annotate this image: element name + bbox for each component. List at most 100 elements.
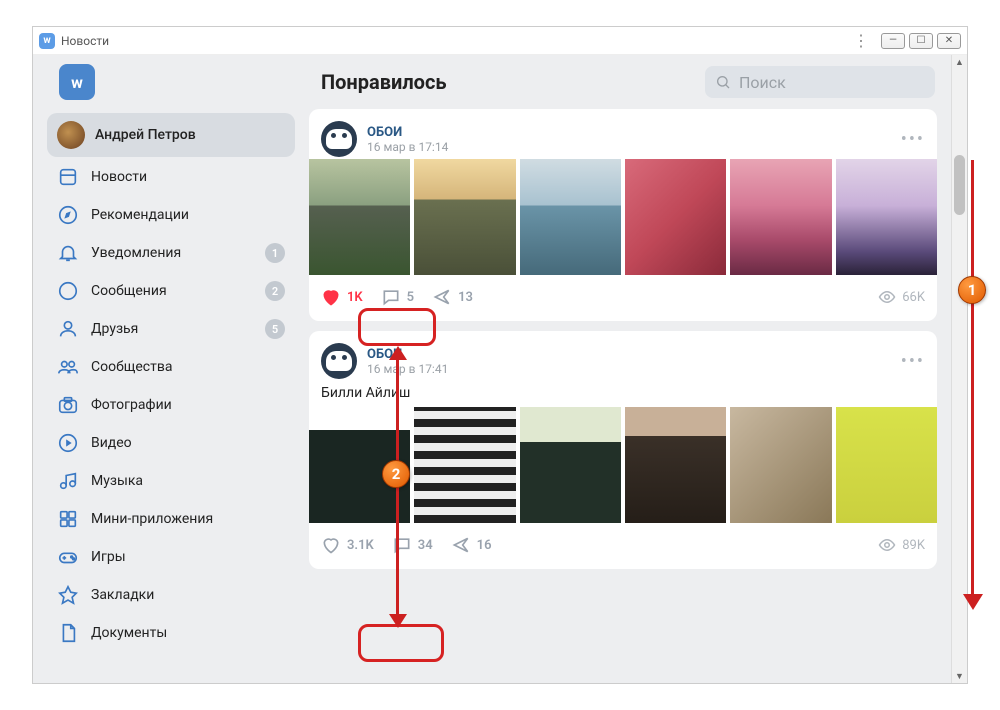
comment-count: 34 bbox=[418, 538, 433, 553]
photo-thumb[interactable] bbox=[836, 407, 937, 523]
star-icon bbox=[57, 584, 79, 606]
app-window: w Новости ⋮ — ☐ ✕ w Понравилось Поиск bbox=[32, 26, 968, 684]
photo-thumb[interactable] bbox=[625, 159, 726, 275]
post-author[interactable]: ОБОИ bbox=[367, 347, 448, 362]
sidebar-item-recommend[interactable]: Рекомендации bbox=[47, 197, 295, 233]
photo-thumb[interactable] bbox=[309, 159, 410, 275]
titlebar: w Новости ⋮ — ☐ ✕ bbox=[33, 27, 967, 55]
sidebar-item-label: Игры bbox=[91, 549, 126, 565]
sidebar-item-bookmarks[interactable]: Закладки bbox=[47, 577, 295, 613]
search-icon bbox=[715, 74, 731, 90]
like-button[interactable]: 1K bbox=[321, 287, 363, 307]
comment-count: 5 bbox=[407, 290, 414, 305]
scrollbar[interactable]: ▲ ▼ bbox=[951, 55, 967, 683]
eye-icon bbox=[878, 536, 896, 554]
news-icon bbox=[57, 166, 79, 188]
post: ОБОИ 16 мар в 17:14 ••• bbox=[309, 109, 937, 321]
maximize-button[interactable]: ☐ bbox=[909, 33, 933, 49]
sidebar-item-friends[interactable]: Друзья 5 bbox=[47, 311, 295, 347]
comment-icon bbox=[392, 535, 412, 555]
play-icon bbox=[57, 432, 79, 454]
sidebar-item-label: Уведомления bbox=[91, 245, 181, 261]
post-date: 16 мар в 17:41 bbox=[367, 362, 448, 376]
close-button[interactable]: ✕ bbox=[937, 33, 961, 49]
sidebar-item-games[interactable]: Игры bbox=[47, 539, 295, 575]
share-icon bbox=[432, 287, 452, 307]
comment-button[interactable]: 5 bbox=[381, 287, 414, 307]
page-title: Понравилось bbox=[321, 70, 447, 94]
photo-thumb[interactable] bbox=[625, 407, 726, 523]
photo-thumb[interactable] bbox=[414, 159, 515, 275]
like-count: 3.1K bbox=[347, 538, 374, 553]
photo-thumb[interactable] bbox=[520, 159, 621, 275]
people-icon bbox=[57, 356, 79, 378]
annotation-marker: 2 bbox=[382, 460, 410, 488]
sidebar-item-label: Закладки bbox=[91, 587, 154, 603]
badge: 1 bbox=[265, 243, 285, 263]
photo-thumb[interactable] bbox=[414, 407, 515, 523]
minimize-button[interactable]: — bbox=[881, 33, 905, 49]
annotation-arrowhead-icon bbox=[389, 614, 407, 628]
window-title: Новости bbox=[61, 34, 109, 48]
person-icon bbox=[57, 318, 79, 340]
heart-icon bbox=[321, 287, 341, 307]
heart-icon bbox=[321, 535, 341, 555]
share-button[interactable]: 16 bbox=[451, 535, 492, 555]
post-more-button[interactable]: ••• bbox=[901, 129, 925, 150]
post-more-button[interactable]: ••• bbox=[901, 351, 925, 372]
sidebar-item-notifications[interactable]: Уведомления 1 bbox=[47, 235, 295, 271]
sidebar-item-video[interactable]: Видео bbox=[47, 425, 295, 461]
message-icon bbox=[57, 280, 79, 302]
photo-thumb[interactable] bbox=[730, 407, 831, 523]
photo-thumb[interactable] bbox=[520, 407, 621, 523]
compass-icon bbox=[57, 204, 79, 226]
post-text: Билли Айлиш bbox=[321, 381, 925, 407]
scroll-down-icon[interactable]: ▼ bbox=[952, 669, 967, 683]
sidebar-item-photos[interactable]: Фотографии bbox=[47, 387, 295, 423]
sidebar-item-music[interactable]: Музыка bbox=[47, 463, 295, 499]
sidebar-item-label: Мини-приложения bbox=[91, 511, 213, 527]
share-count: 13 bbox=[458, 290, 473, 305]
post-date: 16 мар в 17:14 bbox=[367, 140, 448, 154]
sidebar-item-messages[interactable]: Сообщения 2 bbox=[47, 273, 295, 309]
grid-icon bbox=[57, 508, 79, 530]
share-icon bbox=[451, 535, 471, 555]
annotation-arrowhead-icon bbox=[389, 346, 407, 360]
document-icon bbox=[57, 622, 79, 644]
sidebar-item-label: Сообщения bbox=[91, 283, 167, 299]
profile-link[interactable]: Андрей Петров bbox=[47, 113, 295, 157]
app-body: w Понравилось Поиск Андрей Петров Но bbox=[33, 55, 967, 683]
bell-icon bbox=[57, 242, 79, 264]
share-count: 16 bbox=[477, 538, 492, 553]
photo-thumb[interactable] bbox=[730, 159, 831, 275]
sidebar-item-groups[interactable]: Сообщества bbox=[47, 349, 295, 385]
post-author[interactable]: ОБОИ bbox=[367, 125, 448, 140]
post-avatar[interactable] bbox=[321, 121, 357, 157]
post-avatar[interactable] bbox=[321, 343, 357, 379]
profile-name: Андрей Петров bbox=[95, 127, 196, 143]
scroll-up-icon[interactable]: ▲ bbox=[952, 55, 967, 69]
annotation-arrow bbox=[971, 160, 974, 600]
share-button[interactable]: 13 bbox=[432, 287, 473, 307]
sidebar-item-label: Сообщества bbox=[91, 359, 172, 375]
gamepad-icon bbox=[57, 546, 79, 568]
sidebar-item-miniapps[interactable]: Мини-приложения bbox=[47, 501, 295, 537]
window-menu-button[interactable]: ⋮ bbox=[845, 31, 877, 50]
sidebar-item-documents[interactable]: Документы bbox=[47, 615, 295, 651]
comment-icon bbox=[381, 287, 401, 307]
photo-thumb[interactable] bbox=[836, 159, 937, 275]
badge: 2 bbox=[265, 281, 285, 301]
sidebar-item-label: Документы bbox=[91, 625, 167, 641]
scrollbar-thumb[interactable] bbox=[954, 155, 965, 215]
view-count: 66K bbox=[878, 288, 925, 306]
search-input[interactable]: Поиск bbox=[705, 66, 935, 98]
sidebar-item-label: Видео bbox=[91, 435, 132, 451]
sidebar-item-label: Новости bbox=[91, 169, 147, 185]
annotation-arrowhead-icon bbox=[963, 594, 983, 610]
sidebar-item-news[interactable]: Новости bbox=[47, 159, 295, 195]
vk-logo-icon[interactable]: w bbox=[59, 64, 95, 100]
header: w Понравилось Поиск bbox=[33, 55, 951, 109]
sidebar-item-label: Музыка bbox=[91, 473, 143, 489]
like-button[interactable]: 3.1K bbox=[321, 535, 374, 555]
avatar bbox=[57, 121, 85, 149]
